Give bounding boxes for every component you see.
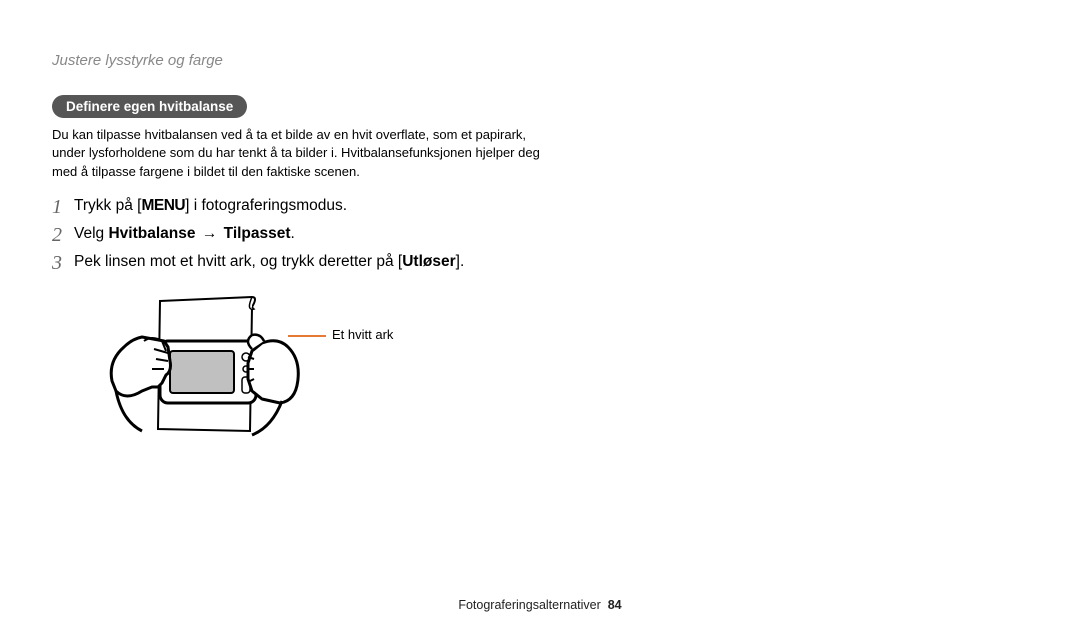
step-prefix: Velg: [74, 225, 108, 242]
camera-hands-illustration: [102, 291, 302, 451]
bold-term: Tilpasset: [224, 225, 291, 242]
step-number: 3: [52, 251, 74, 275]
step-suffix: ].: [456, 253, 465, 270]
page-breadcrumb: Justere lysstyrke og farge: [52, 52, 1028, 69]
step-item-3: 3 Pek linsen mot et hvitt ark, og trykk …: [52, 251, 752, 275]
step-text: Trykk på [MENU] i fotograferingsmodus.: [74, 195, 752, 217]
intro-paragraph: Du kan tilpasse hvitbalansen ved å ta et…: [52, 126, 562, 181]
callout-line: [288, 335, 326, 337]
section-header: Definere egen hvitbalanse: [52, 95, 247, 118]
step-text: Velg Hvitbalanse → Tilpasset.: [74, 223, 752, 245]
bold-term: Hvitbalanse: [108, 225, 195, 242]
step-prefix: Pek linsen mot et hvitt ark, og trykk de…: [74, 253, 402, 270]
page-number: 84: [608, 598, 622, 612]
step-text: Pek linsen mot et hvitt ark, og trykk de…: [74, 251, 752, 273]
step-list: 1 Trykk på [MENU] i fotograferingsmodus.…: [52, 195, 752, 275]
step-prefix: Trykk på [: [74, 197, 141, 214]
step-suffix: .: [291, 225, 295, 242]
illustration-block: Et hvitt ark: [102, 291, 1028, 471]
bold-term: Utløser: [402, 253, 455, 270]
arrow-icon: →: [200, 225, 220, 242]
menu-label: MENU: [141, 197, 185, 214]
step-number: 1: [52, 195, 74, 219]
page-footer: Fotograferingsalternativer 84: [0, 598, 1080, 612]
step-number: 2: [52, 223, 74, 247]
step-item-2: 2 Velg Hvitbalanse → Tilpasset.: [52, 223, 752, 247]
footer-section: Fotograferingsalternativer: [458, 598, 600, 612]
step-suffix: ] i fotograferingsmodus.: [185, 197, 347, 214]
step-item-1: 1 Trykk på [MENU] i fotograferingsmodus.: [52, 195, 752, 219]
callout-label: Et hvitt ark: [332, 327, 393, 342]
